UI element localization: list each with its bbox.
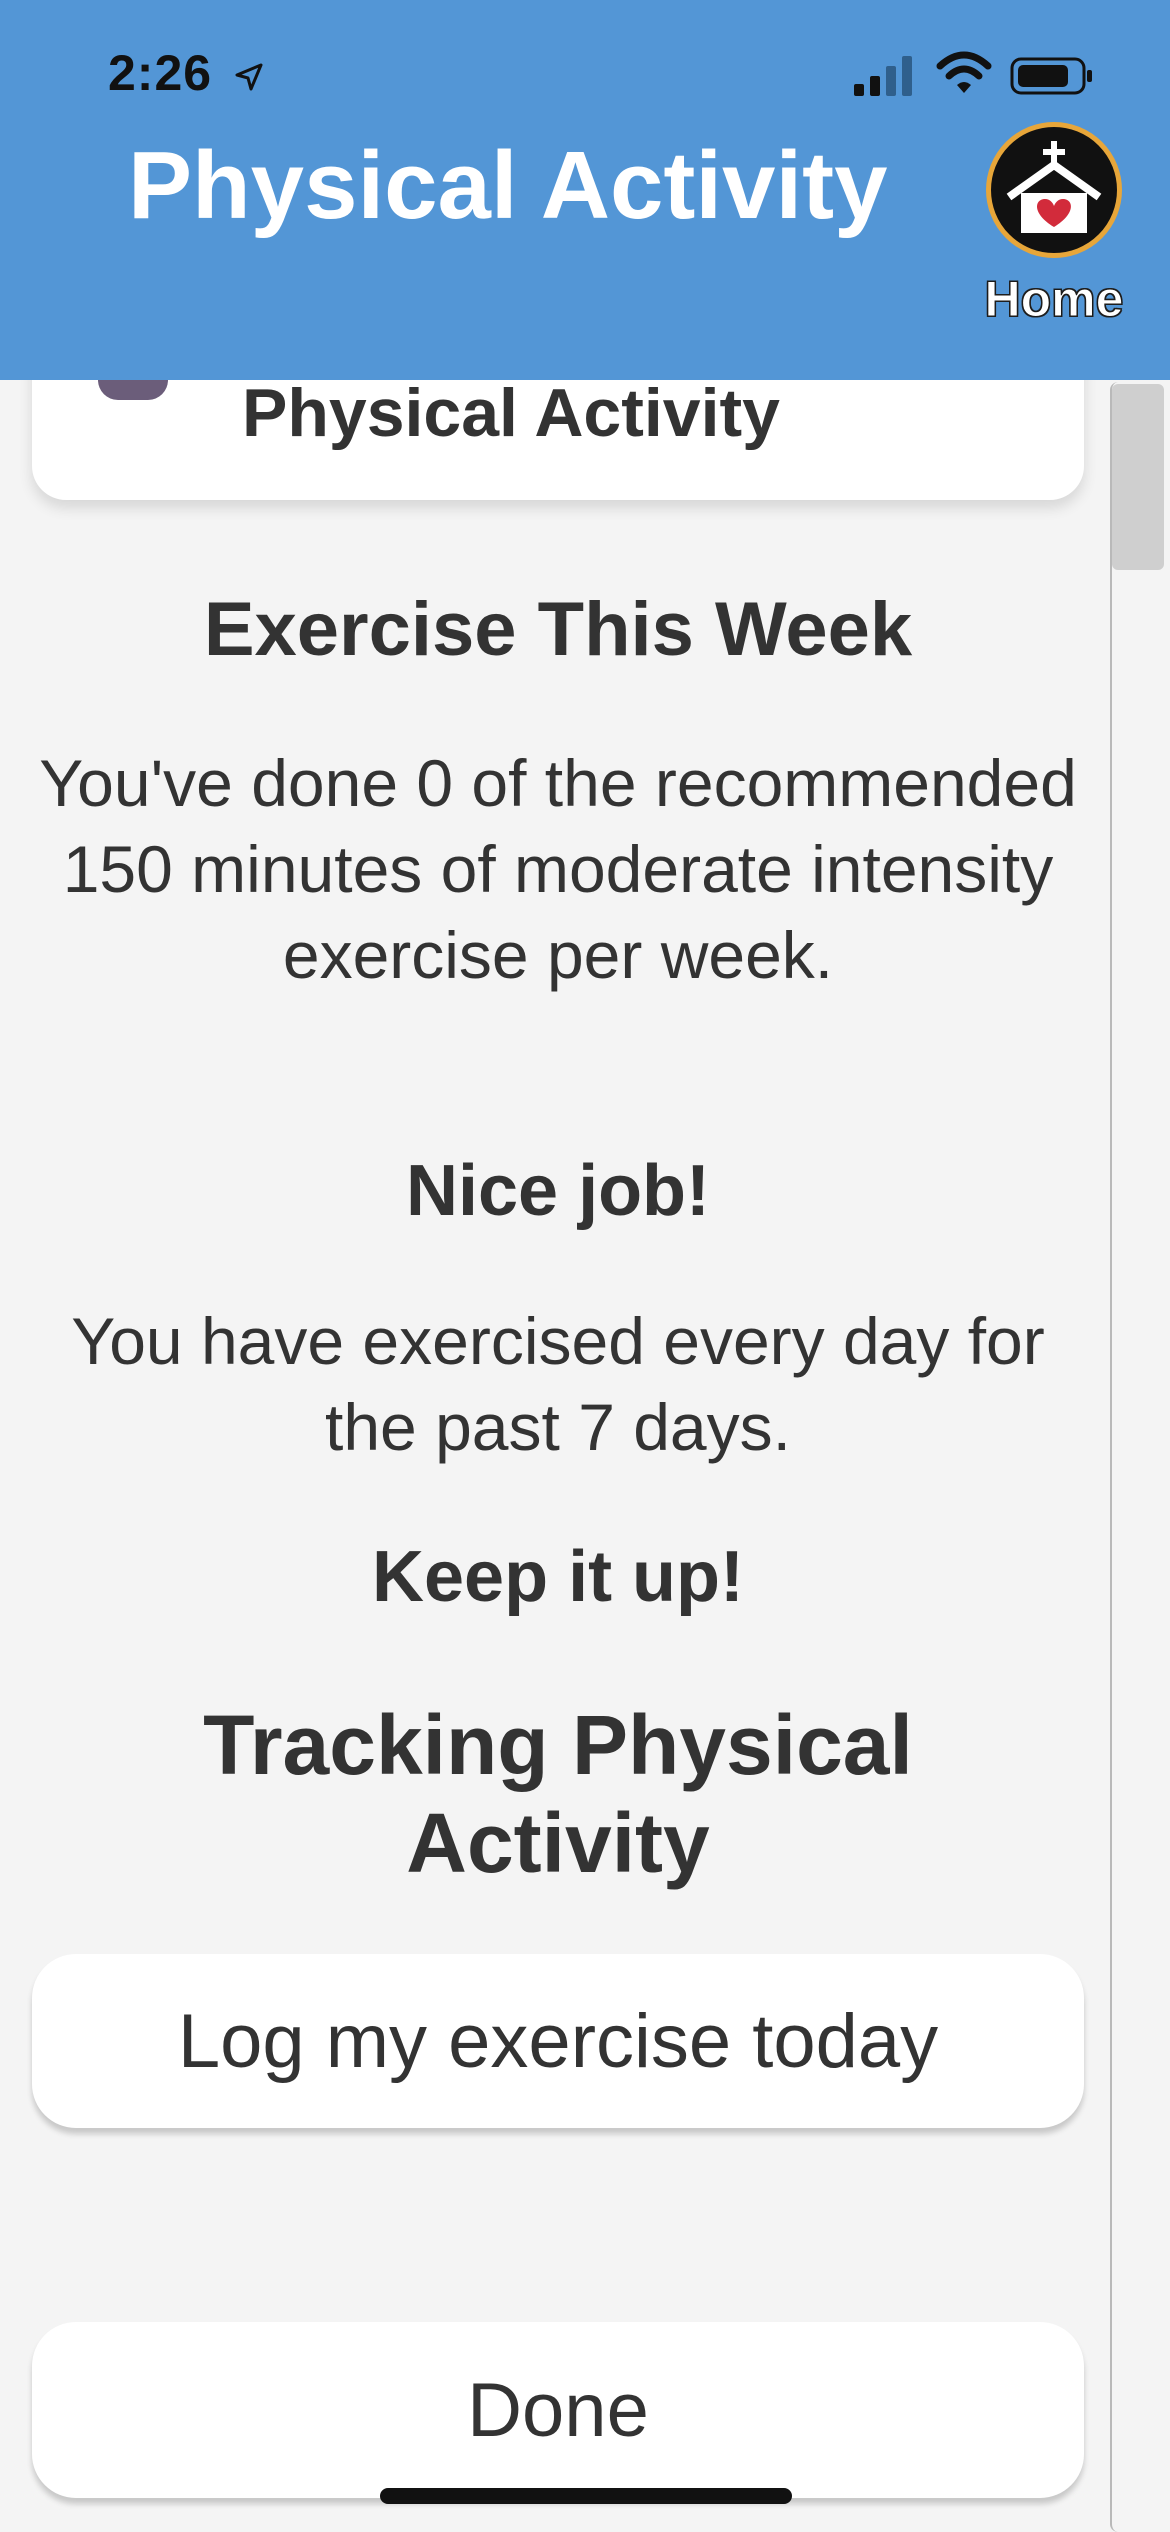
tracking-heading: Tracking Physical Activity xyxy=(203,1698,913,1890)
home-label: Home xyxy=(984,271,1124,328)
encouragement-text: Keep it up! xyxy=(372,1537,744,1617)
home-church-icon xyxy=(986,122,1122,258)
home-indicator[interactable] xyxy=(380,2488,792,2504)
status-time: 2:26 xyxy=(108,45,213,101)
activity-card-title: Physical Activity xyxy=(242,380,780,451)
cellular-signal-icon xyxy=(854,56,912,96)
home-button[interactable]: Home xyxy=(968,118,1168,338)
exercise-summary-text: You've done 0 of the recommended 150 min… xyxy=(39,746,1077,992)
page-title: Physical Activity xyxy=(128,132,888,239)
avatar xyxy=(98,380,168,400)
log-exercise-button[interactable]: Log my exercise today xyxy=(32,1954,1084,2128)
battery-icon xyxy=(1010,57,1092,95)
activity-card[interactable]: Physical Activity xyxy=(32,380,1084,500)
streak-text: You have exercised every day for the pas… xyxy=(71,1304,1045,1464)
wifi-icon xyxy=(936,51,992,93)
app-header: 2:26 Physical Activity Home xyxy=(0,0,1170,380)
content-scroll-area[interactable]: Physical Activity Exercise This Week You… xyxy=(0,380,1110,2532)
done-button[interactable]: Done xyxy=(32,2322,1084,2498)
done-label: Done xyxy=(467,2367,649,2453)
scrollbar-track[interactable] xyxy=(1110,382,1166,2532)
location-arrow-icon xyxy=(235,63,263,91)
exercise-week-heading: Exercise This Week xyxy=(203,587,913,672)
log-exercise-label: Log my exercise today xyxy=(177,1998,939,2084)
scrollbar-thumb[interactable] xyxy=(1112,384,1164,570)
praise-text: Nice job! xyxy=(405,1151,711,1231)
